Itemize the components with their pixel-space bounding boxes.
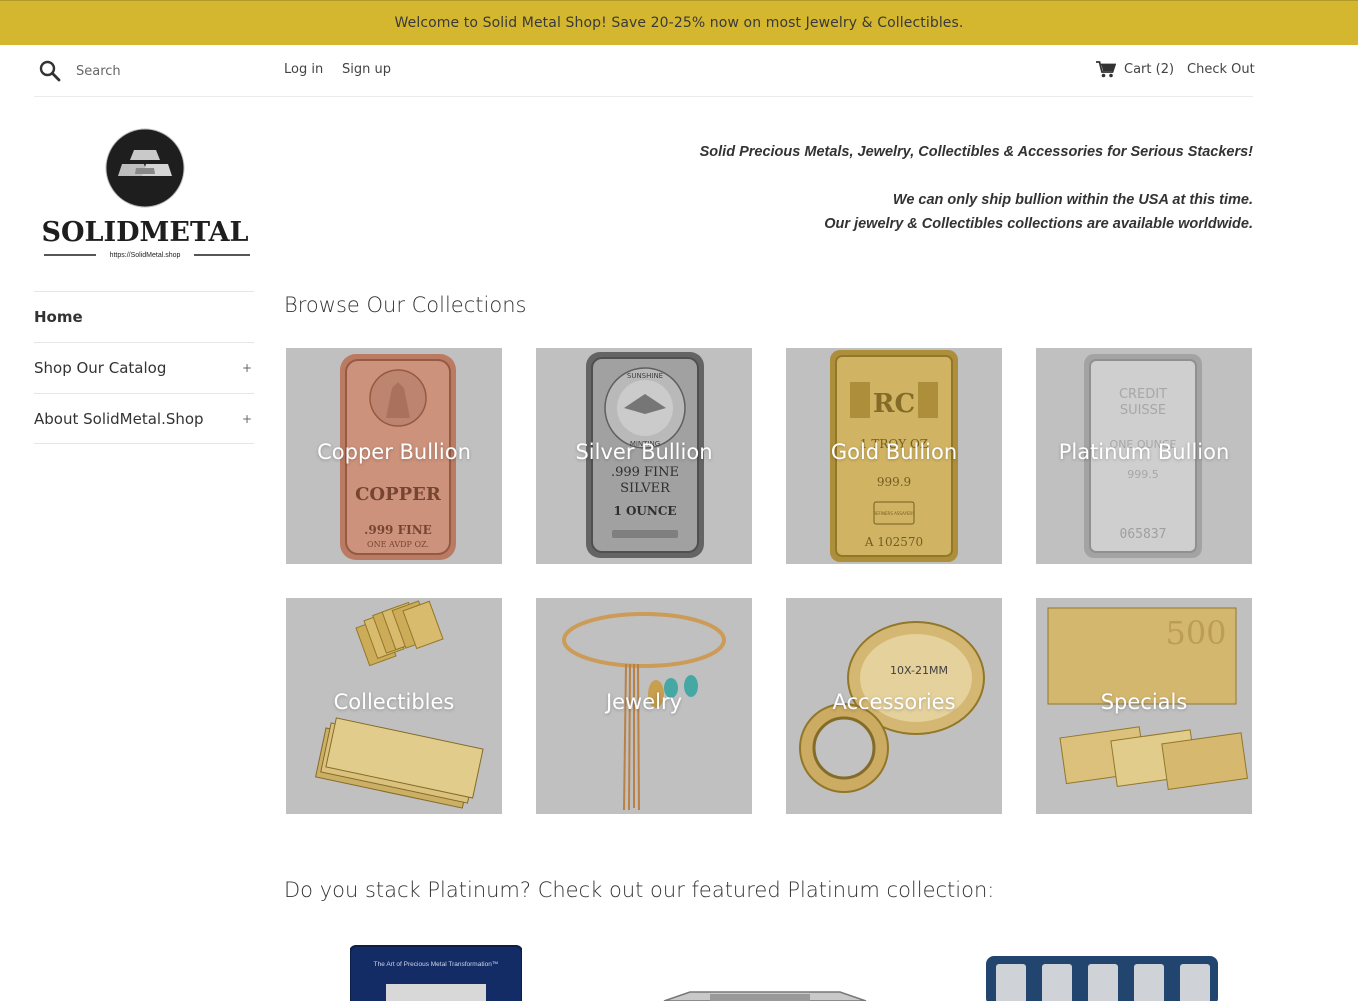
collection-tile-copper-bullion[interactable]: COPPER .999 FINE ONE AVDP OZ. Copper Bul… (286, 348, 502, 564)
collection-tile-accessories[interactable]: 10X-21MM Accessories (786, 598, 1002, 814)
logo-wordmark: SOLIDMETAL (41, 217, 248, 248)
tagline-line-2: We can only ship bullion within the USA … (892, 192, 1253, 208)
featured-product-3[interactable] (986, 940, 1218, 1001)
announcement-text: Welcome to Solid Metal Shop! Save 20-25%… (394, 15, 964, 31)
collection-tile-collectibles[interactable]: Collectibles (286, 598, 502, 814)
collection-tile-specials[interactable]: 500 Specials (1036, 598, 1252, 814)
featured-product-1[interactable]: The Art of Precious Metal Transformation… (350, 940, 522, 1001)
sidebar-item-shop-catalog[interactable]: Shop Our Catalog + (34, 342, 254, 393)
logo-url: https://SolidMetal.shop (110, 252, 181, 259)
collection-label: Specials (1100, 690, 1188, 714)
search-icon[interactable] (39, 60, 61, 82)
cart-link[interactable]: Cart (2) (1124, 62, 1174, 77)
expand-icon[interactable]: + (242, 412, 254, 426)
sidebar-item-home[interactable]: Home (34, 291, 254, 342)
sidebar-item-about[interactable]: About SolidMetal.Shop + (34, 393, 254, 444)
collection-tile-gold-bullion[interactable]: RC 1 TROY OZ 999.9 REFINERS ASSAYERS A 1… (786, 348, 1002, 564)
tagline-line-3: Our jewelry & Collectibles collections a… (824, 216, 1253, 232)
browse-collections-heading: Browse Our Collections (284, 293, 527, 317)
collection-label: Accessories (832, 690, 956, 714)
collection-label: Platinum Bullion (1058, 440, 1230, 464)
search-input[interactable] (76, 61, 246, 81)
announcement-bar: Welcome to Solid Metal Shop! Save 20-25%… (0, 0, 1358, 45)
featured-platinum-heading: Do you stack Platinum? Check out our fea… (284, 878, 995, 902)
featured-product-2[interactable] (660, 940, 870, 1001)
tagline-line-1: Solid Precious Metals, Jewelry, Collecti… (699, 144, 1253, 160)
collection-tile-jewelry[interactable]: Jewelry (536, 598, 752, 814)
login-link[interactable]: Log in (284, 62, 323, 77)
sidebar-item-label: Shop Our Catalog (34, 359, 167, 377)
collection-tile-silver-bullion[interactable]: SUNSHINE MINTING .999 FINE SILVER 1 OUNC… (536, 348, 752, 564)
collection-label: Silver Bullion (575, 440, 713, 464)
collection-label: Copper Bullion (317, 440, 471, 464)
collection-tile-platinum-bullion[interactable]: CREDIT SUISSE ONE OUNCE 999.5 065837 Pla… (1036, 348, 1252, 564)
sidebar-item-label: Home (34, 308, 83, 326)
sidebar-item-label: About SolidMetal.Shop (34, 409, 204, 428)
collection-label: Collectibles (333, 690, 455, 714)
collection-label: Gold Bullion (830, 440, 958, 464)
expand-icon[interactable]: + (242, 361, 254, 375)
sidebar-nav: Home Shop Our Catalog + About SolidMetal… (34, 291, 254, 444)
signup-link[interactable]: Sign up (342, 62, 391, 77)
product-bar-image (663, 991, 867, 1001)
svg-text:The Art of Precious Metal Tran: The Art of Precious Metal Transformation… (374, 961, 499, 968)
checkout-link[interactable]: Check Out (1187, 62, 1255, 77)
cart-icon[interactable] (1096, 60, 1116, 78)
top-bar: Log in Sign up Cart (2) Check Out (34, 45, 1255, 97)
store-tagline: Solid Precious Metals, Jewelry, Collecti… (553, 140, 1253, 236)
collection-label: Jewelry (605, 690, 683, 714)
site-logo[interactable]: SOLIDMETAL https://SolidMetal.shop (34, 128, 256, 262)
product-card-image: The Art of Precious Metal Transformation… (350, 945, 522, 1001)
product-multigram-image (986, 956, 1218, 1001)
